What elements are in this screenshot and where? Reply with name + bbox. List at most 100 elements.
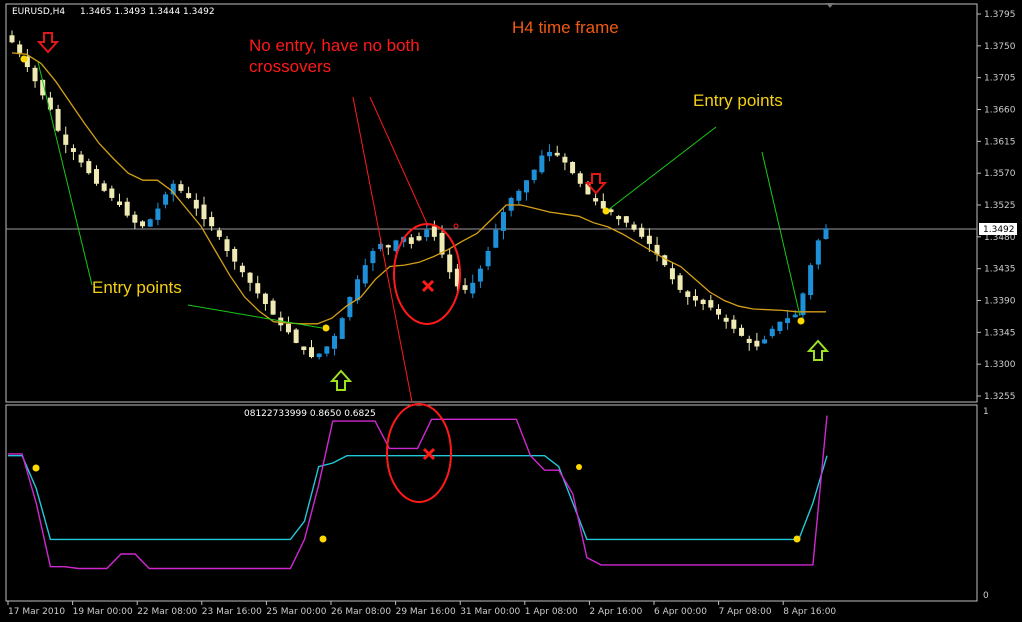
indicator-cross-dot: [576, 464, 582, 470]
candle-body: [792, 314, 798, 318]
candle-body: [531, 169, 537, 181]
candle-body: [201, 204, 207, 220]
candle-body: [524, 180, 530, 193]
candle-body: [209, 217, 215, 227]
price-tick-label: 1.3435: [984, 265, 1016, 275]
candle-body: [639, 227, 645, 237]
candle-body: [32, 67, 38, 82]
candle-body: [424, 229, 430, 237]
time-axis: 17 Mar 2010 19 Mar 00:00 22 Mar 08:00 23 Ma…: [7, 601, 836, 617]
candle-body: [623, 216, 629, 223]
indicator-series: [8, 415, 828, 570]
candle-body: [101, 183, 107, 191]
candle-body: [247, 272, 253, 283]
timeframe-annotation: H4 time frame: [512, 18, 619, 37]
candle-body: [493, 229, 499, 248]
candle-body: [216, 230, 222, 237]
time-tick-label: 2 Apr 16:00: [589, 607, 642, 617]
indicator-cross-dot: [32, 464, 40, 472]
time-tick-label: 17 Mar 2010: [8, 607, 65, 617]
candle-body: [554, 152, 560, 156]
no-entry-cross-icon-indicator: [422, 447, 436, 461]
time-tick-label: 31 Mar 00:00: [460, 607, 520, 617]
indicator-axis-tick-0: 0: [983, 591, 989, 601]
entry-points-annotation-right: Entry points: [693, 91, 783, 110]
candle-body: [715, 308, 721, 315]
candle-body: [239, 265, 245, 273]
no-entry-cross-icon: [421, 279, 435, 293]
small-marker-icon: [453, 223, 459, 229]
time-tick-label: 19 Mar 00:00: [73, 607, 133, 617]
candle-body: [132, 214, 138, 223]
candle-body: [692, 295, 698, 301]
candle-body: [754, 340, 760, 347]
candle-body: [324, 346, 330, 354]
candle-body: [669, 268, 675, 280]
candle-body: [777, 321, 783, 331]
time-tick-label: 8 Apr 16:00: [783, 607, 836, 617]
candle-body: [293, 329, 299, 343]
candle-body: [124, 201, 130, 216]
price-tick-label: 1.3795: [984, 10, 1016, 20]
price-tick-label: 1.3705: [984, 74, 1016, 84]
candle-body: [570, 161, 576, 174]
candle-body: [516, 190, 522, 201]
time-tick-label: 26 Mar 08:00: [331, 607, 391, 617]
candle-body: [63, 134, 69, 145]
signal-dot: [322, 324, 330, 332]
candle-body: [593, 198, 599, 202]
candle-body: [677, 275, 683, 290]
candle-body: [285, 323, 291, 333]
price-tick-label: 1.3300: [984, 360, 1016, 370]
candle-body: [708, 300, 714, 308]
entry-pointer-line-b: [187, 304, 323, 329]
candle-body: [562, 156, 568, 163]
candle-body: [86, 161, 92, 174]
no-entry-annotation-line1: No entry, have no both: [249, 36, 420, 55]
no-entry-pointer-line-b: [369, 96, 429, 227]
candle-body: [746, 338, 752, 343]
buy-arrow-icon-2: [806, 339, 830, 361]
candle-body: [140, 221, 146, 227]
candle-body: [155, 208, 161, 220]
candle-body: [700, 299, 706, 305]
candle-body: [186, 193, 192, 198]
scroll-marker-icon: [826, 3, 834, 8]
candle-body: [316, 353, 322, 358]
no-entry-annotation-line2: crossovers: [249, 57, 331, 76]
candle-body: [301, 346, 307, 351]
candle-body: [408, 237, 414, 244]
time-tick-label: 25 Mar 00:00: [266, 607, 326, 617]
indicator-cross-dot: [793, 535, 801, 543]
candle-body: [815, 240, 821, 265]
candle-body: [232, 248, 238, 262]
candle-body: [508, 197, 514, 211]
time-tick-label: 7 Apr 08:00: [719, 607, 772, 617]
current-price-label: 1.3492: [983, 225, 1015, 235]
candle-body: [147, 219, 153, 227]
price-tick-label: 1.3660: [984, 106, 1016, 116]
indicator-values-label: 08122733999 0.8650 0.6825: [244, 409, 376, 419]
candle-body: [547, 151, 553, 157]
price-tick-label: 1.3390: [984, 297, 1016, 307]
candle-body: [362, 265, 368, 284]
indicator-line-cyan: [8, 455, 828, 541]
candle-body: [785, 318, 791, 324]
candle-body: [385, 245, 391, 248]
candle-body: [17, 44, 23, 53]
entry-points-annotation-left: Entry points: [92, 278, 182, 297]
candle-body: [500, 212, 506, 231]
candle-body: [78, 154, 84, 163]
candle-body: [762, 339, 768, 344]
candle-body: [447, 254, 453, 273]
candle-body: [769, 328, 775, 337]
candle-body: [270, 300, 276, 315]
candle-body: [347, 296, 353, 318]
entry-pointer-line-d: [761, 151, 801, 317]
signal-dot: [20, 55, 28, 63]
no-entry-ellipse-indicator: [386, 403, 452, 503]
time-tick-label: 29 Mar 16:00: [396, 607, 456, 617]
candle-body: [109, 188, 115, 198]
candle-body: [808, 265, 814, 296]
candle-body: [416, 236, 422, 241]
